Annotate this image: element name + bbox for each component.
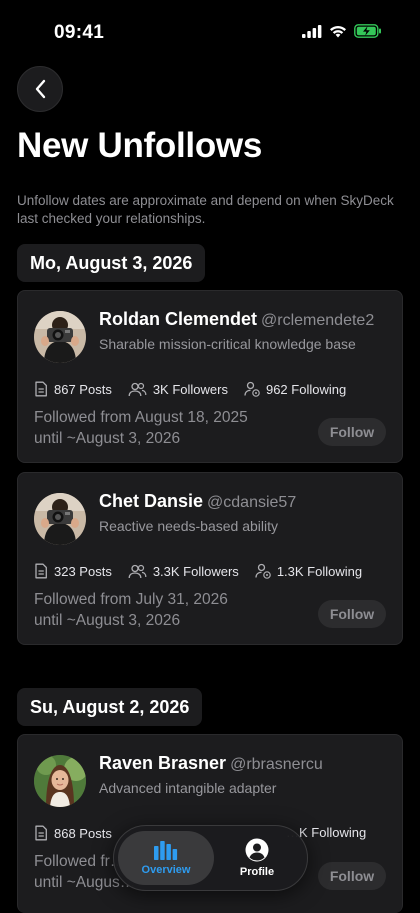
followed-until: until ~August 3, 2026: [34, 430, 181, 447]
followers-count: 3.3K Followers: [152, 563, 239, 579]
posts-stat: 867 Posts: [34, 381, 112, 397]
posts-count: 323 Posts: [54, 563, 112, 579]
page-description: Unfollow dates are approximate and depen…: [17, 193, 394, 226]
status-icons: [302, 24, 382, 38]
user-name: Roldan Clemendet: [99, 309, 258, 329]
user-name-line: Chet Dansie @cdansie57: [99, 491, 296, 512]
avatar: [34, 493, 86, 545]
person-following-icon: [255, 563, 271, 579]
user-name-line: Raven Brasner @rbrasnercu: [99, 753, 323, 774]
followers-stat: 3.3K Followers: [128, 564, 239, 579]
user-bio: Sharable mission-critical knowledge base: [99, 336, 356, 352]
posts-stat: 868 Posts: [34, 825, 112, 841]
date-header: Su, August 2, 2026: [17, 688, 203, 726]
tab-overview-label: Overview: [141, 864, 191, 876]
user-stats: 867 Posts 3K Followers 962 Following: [34, 381, 362, 397]
posts-count: 868 Posts: [54, 825, 112, 841]
avatar: [34, 311, 86, 363]
posts-stat: 323 Posts: [34, 563, 112, 579]
people-icon: [128, 564, 147, 578]
user-name: Raven Brasner: [99, 753, 227, 773]
followed-from: Followed from July 31, 2026: [34, 591, 228, 608]
document-icon: [35, 825, 47, 841]
user-bio: Advanced intangible adapter: [99, 780, 277, 796]
person-following-icon: [244, 381, 260, 397]
followed-until: until ~August 3, 2026: [34, 612, 181, 629]
document-icon: [35, 381, 47, 397]
followers-stat: 3K Followers: [128, 382, 228, 397]
document-icon: [35, 563, 47, 579]
posts-count: 867 Posts: [54, 381, 112, 397]
status-time: 09:41: [54, 22, 105, 43]
wifi-icon: [330, 25, 346, 37]
following-count: 1.3K Following: [276, 563, 363, 579]
avatar: [34, 755, 86, 807]
tab-profile-label: Profile: [239, 866, 275, 878]
chevron-left-icon: [35, 79, 46, 99]
user-bio: Reactive needs-based ability: [99, 518, 278, 534]
user-name-line: Roldan Clemendet @rclemendete2: [99, 309, 374, 330]
following-stat: 1.3K Following: [255, 563, 362, 579]
user-card[interactable]: Chet Dansie @cdansie57 Reactive needs-bas…: [17, 472, 403, 645]
following-stat: 962 Following: [244, 381, 346, 397]
user-handle: @rbrasnercu: [230, 756, 323, 773]
followed-from: Followed from August 18, 2025: [34, 409, 248, 426]
follow-button[interactable]: Follow: [318, 862, 386, 890]
following-count: 962 Following: [265, 381, 347, 397]
cellular-signal-icon: [302, 24, 322, 38]
person-circle-icon: [245, 838, 269, 862]
user-stats: 868 Posts: [34, 825, 128, 841]
bar-chart-icon: [154, 841, 178, 860]
tab-profile[interactable]: Profile: [209, 831, 305, 885]
follow-button[interactable]: Follow: [318, 600, 386, 628]
battery-charging-icon: [354, 24, 381, 38]
user-handle: @cdansie57: [207, 494, 297, 511]
tab-bar: Overview Profile: [113, 825, 308, 891]
follow-period: Followed from August 18, 2025 until ~Aug…: [34, 407, 248, 449]
back-button[interactable]: [17, 66, 63, 112]
user-stats: 323 Posts 3.3K Followers 1.3K Following: [34, 563, 378, 579]
status-bar: 09:41: [0, 0, 420, 66]
user-card[interactable]: Roldan Clemendet @rclemendete2 Sharable m…: [17, 290, 403, 463]
people-icon: [128, 382, 147, 396]
page-title: New Unfollows: [17, 126, 262, 165]
followers-count: 3K Followers: [152, 381, 228, 397]
follow-button[interactable]: Follow: [318, 418, 386, 446]
date-header: Mo, August 3, 2026: [17, 244, 206, 282]
user-handle: @rclemendete2: [261, 312, 375, 329]
tab-overview[interactable]: Overview: [118, 831, 214, 885]
follow-period: Followed from July 31, 2026 until ~Augus…: [34, 589, 228, 631]
user-name: Chet Dansie: [99, 491, 204, 511]
